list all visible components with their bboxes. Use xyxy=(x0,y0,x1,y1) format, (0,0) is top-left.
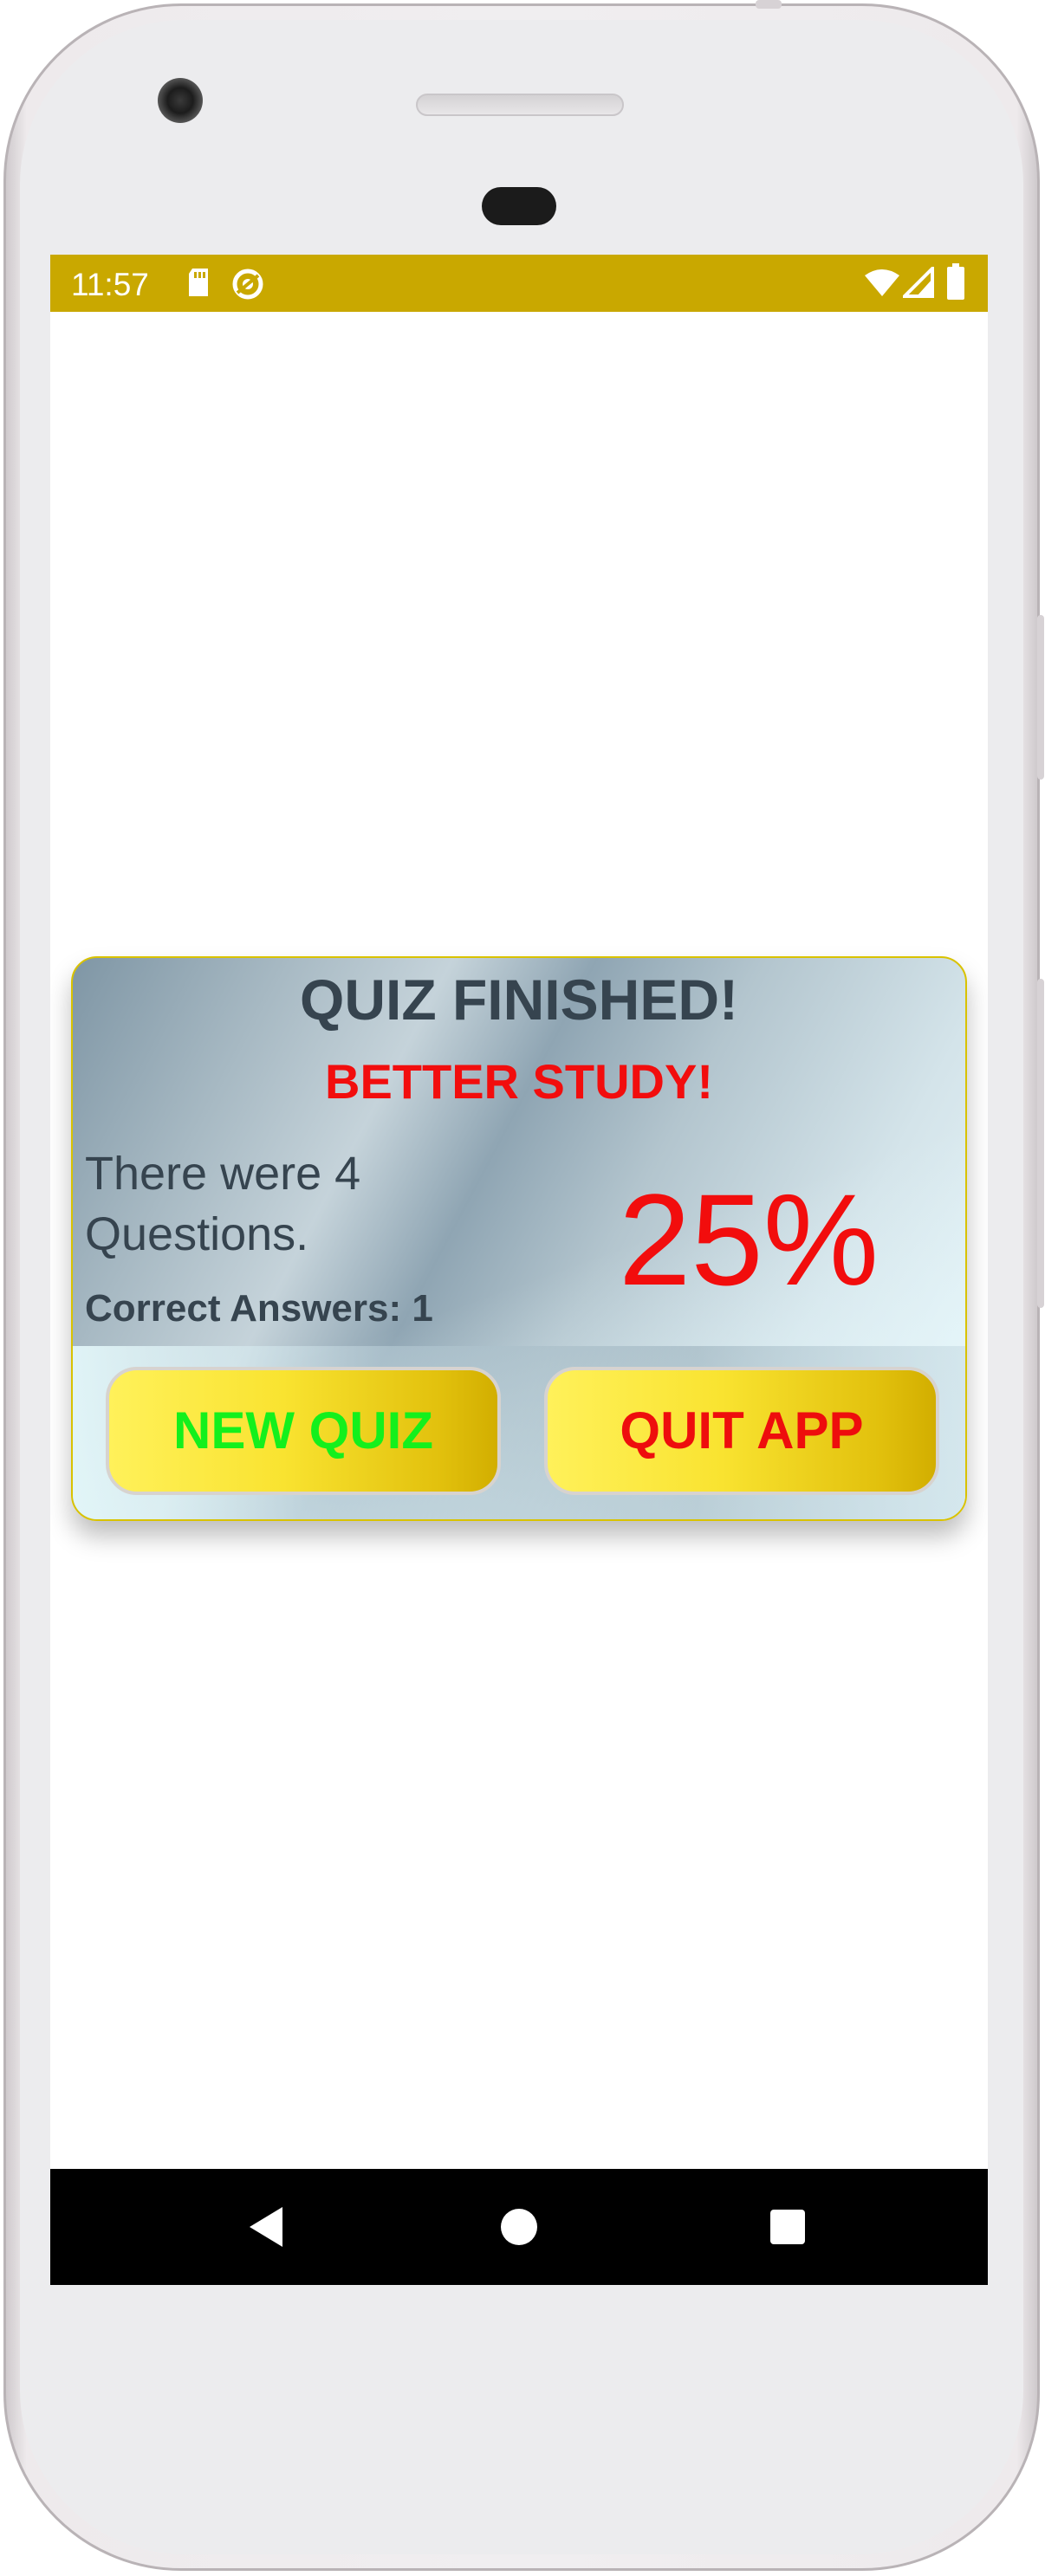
home-icon[interactable] xyxy=(482,2190,556,2264)
sync-icon xyxy=(230,267,265,306)
status-bar: 11:57 xyxy=(50,255,988,312)
status-time: 11:57 xyxy=(71,267,149,302)
proximity-sensor xyxy=(482,187,556,225)
back-icon[interactable] xyxy=(229,2190,303,2264)
battery-icon xyxy=(946,263,965,306)
new-quiz-button[interactable]: NEW QUIZ xyxy=(106,1367,501,1495)
quiz-result-dialog: QUIZ FINISHED! BETTER STUDY! There were … xyxy=(71,956,967,1521)
power-button xyxy=(1037,615,1044,780)
correct-answers-text: Correct Answers: 1 xyxy=(85,1287,433,1330)
earpiece-speaker xyxy=(416,94,624,116)
screen: 11:57 QUIZ FINISHED! BETTER STUDY! There… xyxy=(50,255,988,2285)
cell-signal-icon xyxy=(900,264,934,302)
quit-app-button[interactable]: QUIT APP xyxy=(544,1367,939,1495)
navigation-bar xyxy=(50,2169,988,2285)
sd-card-icon xyxy=(185,267,211,302)
wifi-icon xyxy=(865,269,899,302)
score-percent: 25% xyxy=(618,1167,879,1312)
top-notch-button xyxy=(756,0,782,9)
dialog-title: QUIZ FINISHED! xyxy=(300,968,738,1032)
result-message: BETTER STUDY! xyxy=(325,1054,713,1109)
volume-button xyxy=(1037,979,1044,1308)
recents-icon[interactable] xyxy=(750,2190,825,2264)
question-count-text: There were 4 Questions. xyxy=(85,1148,361,1260)
front-camera xyxy=(158,78,203,123)
